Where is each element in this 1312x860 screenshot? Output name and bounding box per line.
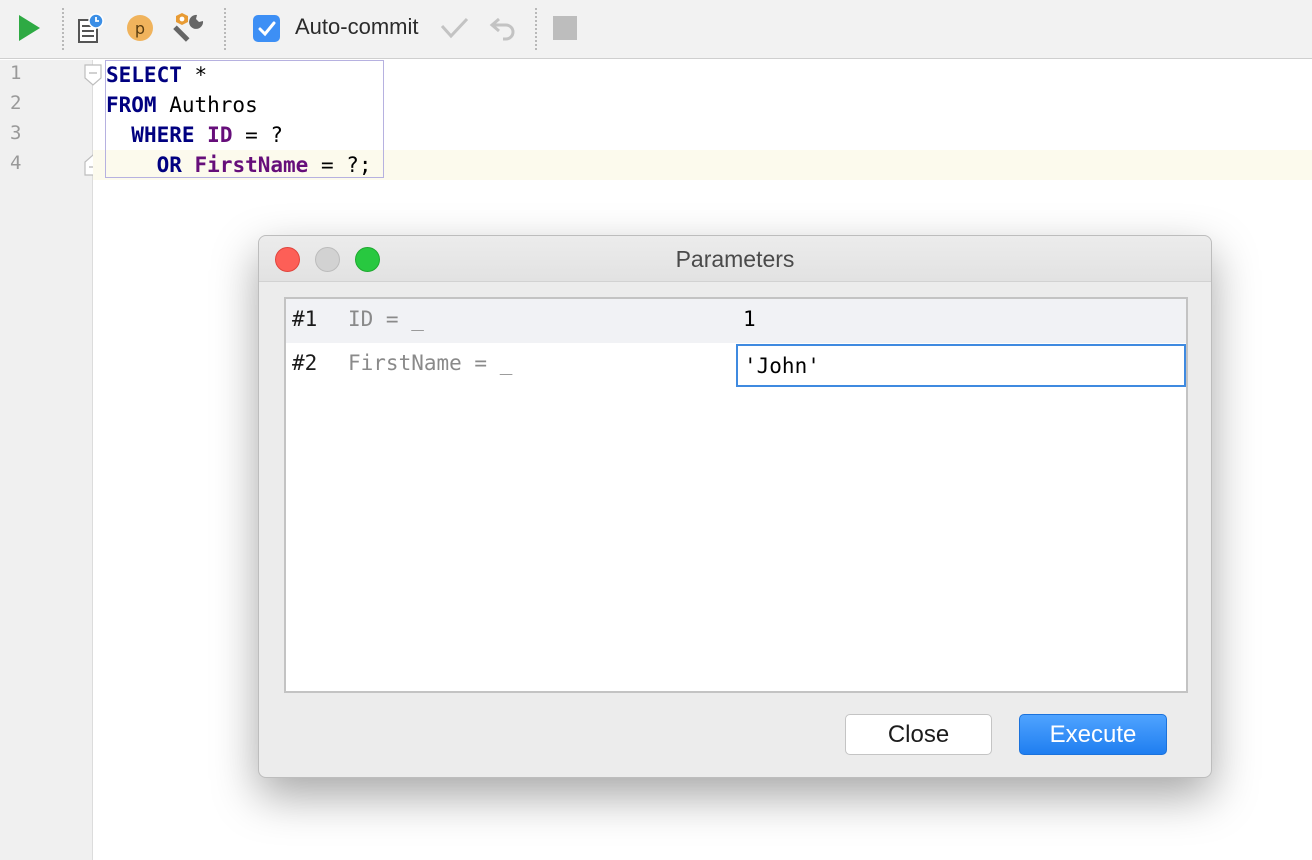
editor-gutter — [0, 60, 93, 860]
table-row[interactable]: #1 ID = _ 1 — [286, 299, 1186, 343]
parameter-p-icon[interactable]: p — [122, 10, 158, 46]
toolbar-separator — [535, 8, 537, 50]
fold-start-icon[interactable] — [84, 64, 102, 86]
table-row[interactable]: #2 FirstName = _ — [286, 343, 1186, 387]
toolbar-separator — [224, 8, 226, 50]
rollback-icon[interactable] — [485, 10, 521, 46]
auto-commit-checkbox[interactable] — [253, 15, 280, 42]
svg-text:p: p — [135, 19, 145, 38]
toolbar-separator — [62, 8, 64, 50]
settings-wrench-icon[interactable] — [172, 10, 208, 46]
param-name: FirstName = _ — [348, 351, 513, 375]
execute-button[interactable]: Execute — [1019, 714, 1167, 755]
statement-selection-box — [105, 60, 384, 178]
stop-icon[interactable] — [553, 16, 577, 40]
toolbar: p Auto-commit — [0, 0, 1312, 59]
close-button[interactable]: Close — [845, 714, 992, 755]
param-value-input[interactable] — [736, 344, 1186, 387]
param-number: #1 — [292, 307, 318, 331]
param-name: ID = _ — [348, 307, 424, 331]
param-value[interactable]: 1 — [743, 307, 756, 331]
run-icon[interactable] — [11, 10, 47, 46]
line-number: 3 — [10, 122, 22, 144]
line-number: 2 — [10, 92, 22, 114]
param-number: #2 — [292, 351, 318, 375]
dialog-title-bar[interactable]: Parameters — [259, 236, 1211, 282]
parameters-table: #1 ID = _ 1 #2 FirstName = _ — [284, 297, 1188, 693]
line-number: 4 — [10, 152, 22, 174]
commit-check-icon[interactable] — [436, 10, 472, 46]
line-number: 1 — [10, 62, 22, 84]
auto-commit-label: Auto-commit — [295, 14, 419, 39]
parameters-dialog: Parameters #1 ID = _ 1 #2 FirstName = _ … — [258, 235, 1212, 778]
dialog-title: Parameters — [675, 246, 795, 272]
explain-plan-icon[interactable] — [72, 10, 108, 46]
